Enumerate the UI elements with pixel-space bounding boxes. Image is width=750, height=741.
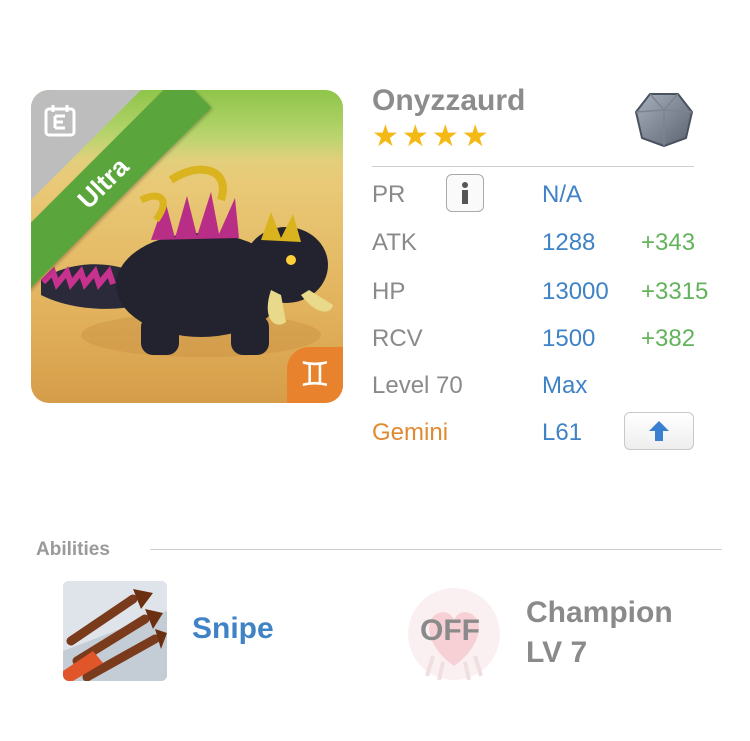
level-value: Max [542, 372, 588, 399]
atk-label: ATK [372, 229, 417, 256]
calendar-icon [44, 105, 76, 137]
rcv-label: RCV [372, 325, 423, 352]
star-rating: ★ ★ ★ ★ [372, 122, 489, 152]
atk-bonus: +343 [641, 229, 696, 256]
champion-title: Champion [526, 596, 673, 629]
monster-portrait[interactable]: Ultra ♊ [31, 90, 343, 403]
zodiac-label: Gemini [372, 419, 449, 446]
star-icon: ★ [461, 120, 489, 153]
pr-value: N/A [542, 181, 583, 208]
abilities-divider [150, 549, 722, 550]
arrow-up-icon [649, 421, 669, 441]
champion-level: LV 7 [526, 636, 588, 669]
zodiac-level-value: L61 [542, 419, 583, 446]
hp-label: HP [372, 278, 406, 305]
star-icon: ★ [431, 120, 459, 153]
abilities-section-label: Abilities [36, 539, 110, 560]
zodiac-gemini-icon: ♊ [287, 347, 343, 403]
hp-value: 13000 [542, 278, 609, 305]
ability-name-snipe[interactable]: Snipe [192, 612, 274, 646]
pr-label: PR [372, 181, 406, 208]
rcv-value: 1500 [542, 325, 596, 352]
monster-name: Onyzzaurd [372, 84, 526, 117]
champion-status[interactable]: OFF [420, 614, 480, 648]
hp-bonus: +3315 [641, 278, 709, 305]
atk-value: 1288 [542, 229, 596, 256]
star-icon: ★ [372, 120, 399, 153]
header-divider [372, 166, 694, 167]
snipe-ability-icon[interactable] [63, 581, 167, 681]
rcv-bonus: +382 [641, 325, 696, 352]
level-label: Level 70 [372, 372, 463, 399]
star-icon: ★ [401, 120, 429, 153]
arrows-icon [63, 581, 167, 681]
upgrade-button[interactable] [624, 412, 694, 450]
info-icon [462, 182, 468, 204]
info-button[interactable] [446, 174, 484, 212]
rock-gem-icon [634, 93, 694, 148]
